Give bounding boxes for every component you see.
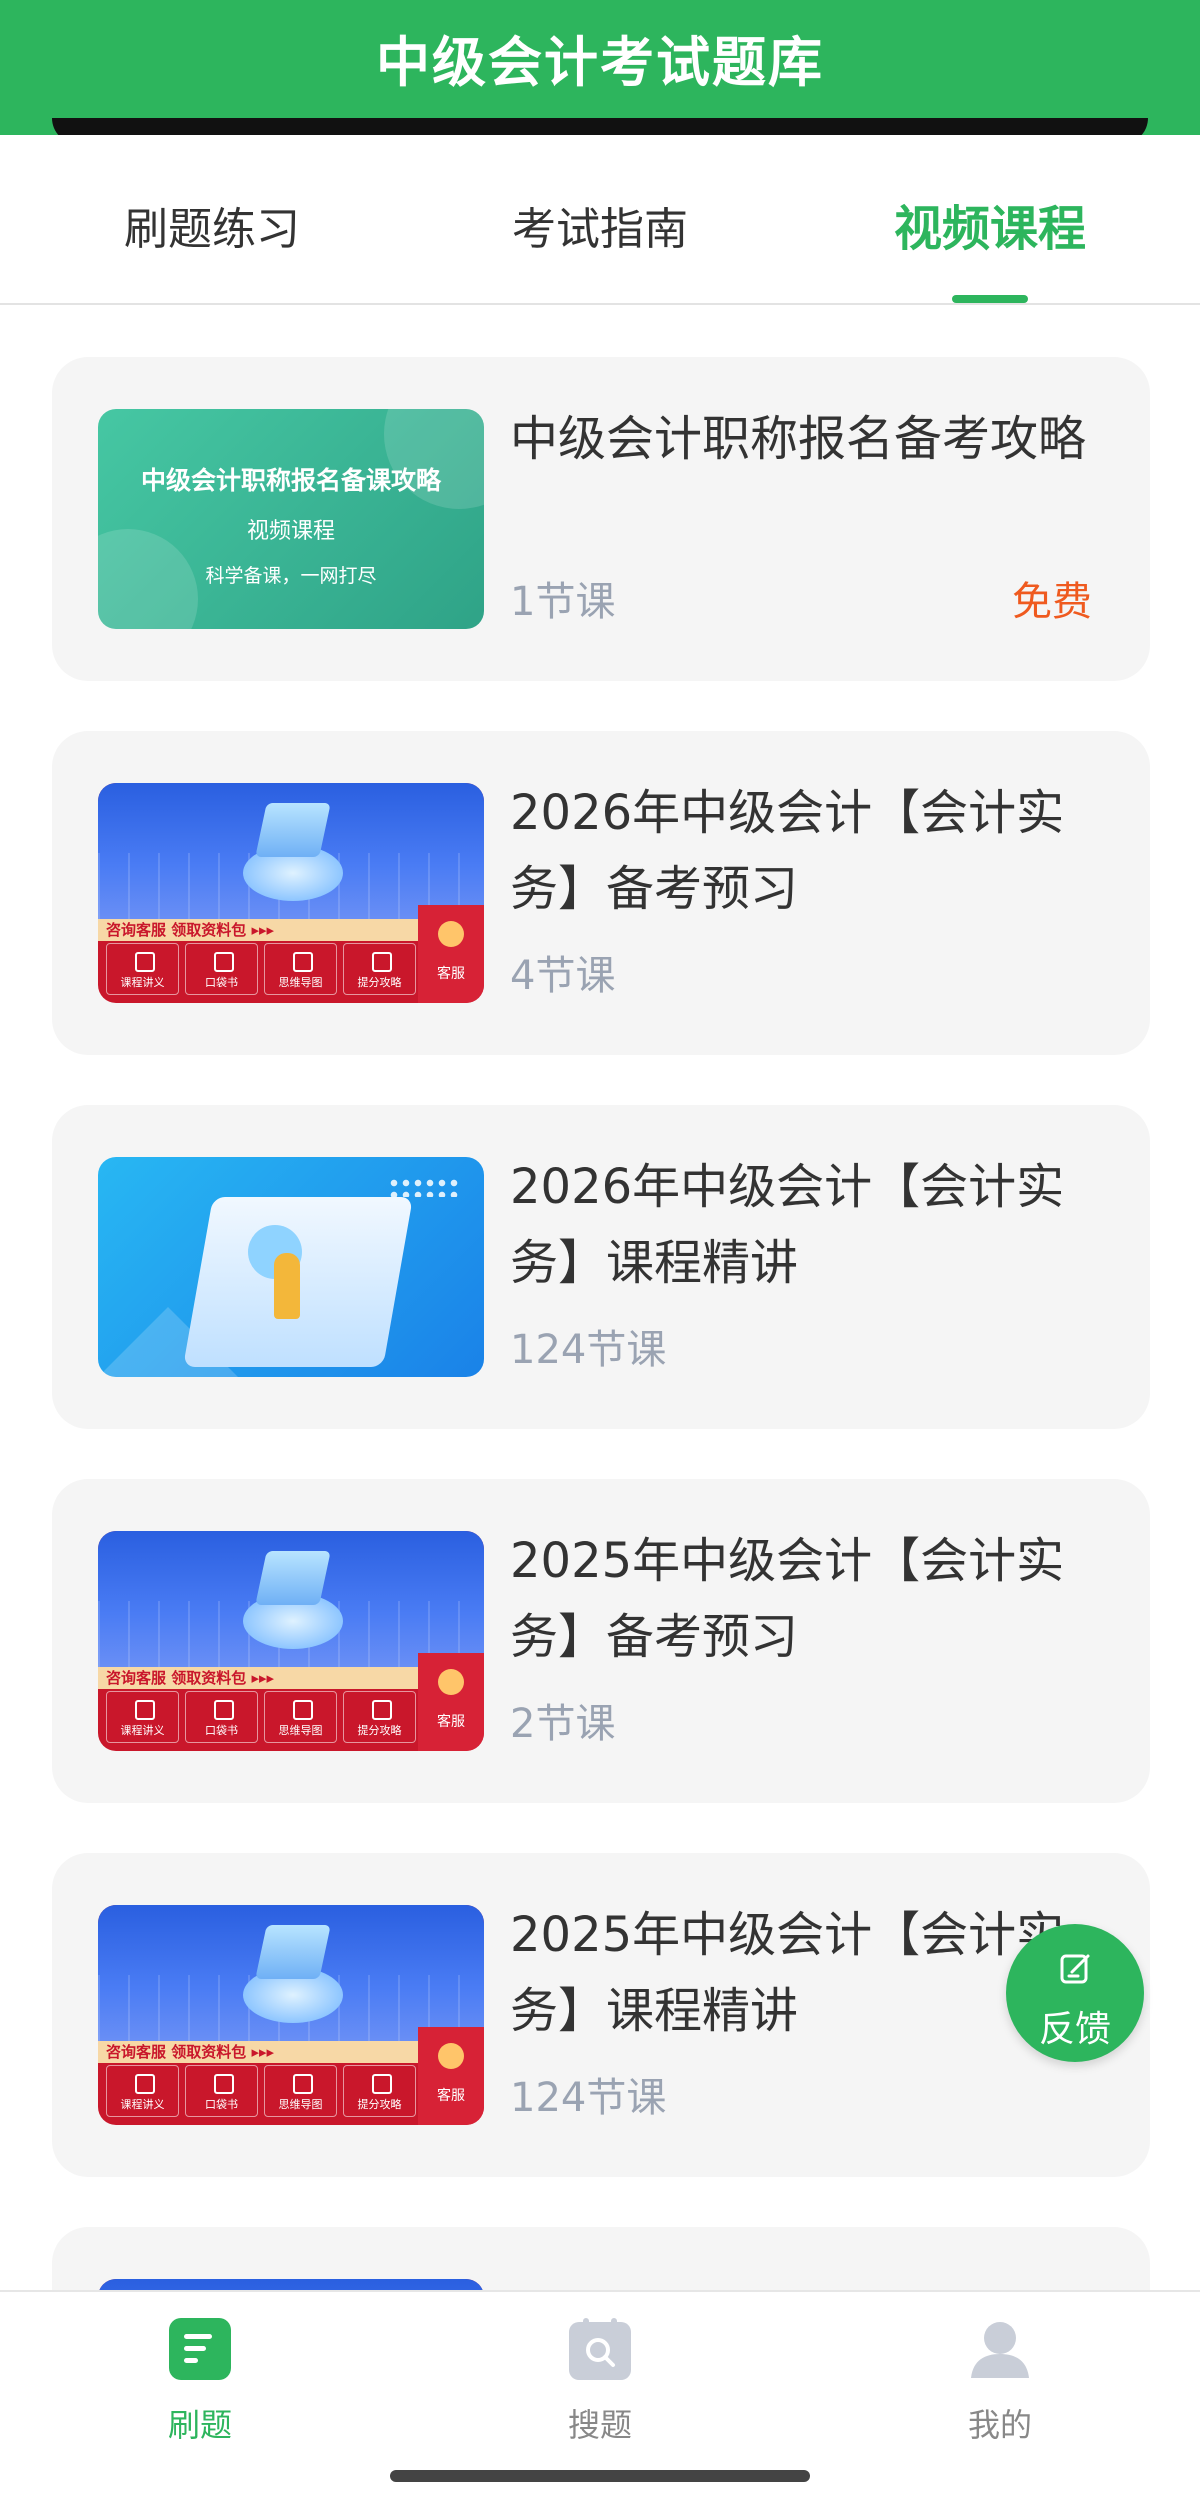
thumb-strip: 咨询客服 领取资料包 ▸▸▸	[98, 919, 418, 941]
feedback-button[interactable]: 反馈	[1006, 1924, 1144, 2062]
course-thumbnail: 咨询客服 领取资料包 ▸▸▸ 课程讲义 口袋书 思维导图 提分攻略 客服	[98, 1905, 484, 2125]
course-thumbnail: 咨询客服 领取资料包 ▸▸▸ 课程讲义 口袋书 思维导图 提分攻略 客服	[98, 1531, 484, 1751]
lesson-count: 124节课	[510, 2075, 667, 2121]
course-card[interactable]: 咨询客服 领取资料包 ▸▸▸ 课程讲义 口袋书 思维导图 提分攻略 客服 202…	[52, 1853, 1150, 2177]
nav-label: 我的	[967, 2406, 1032, 2444]
thumb-subtitle: 视频课程	[246, 519, 335, 544]
course-thumbnail: 咨询客服 领取资料包 ▸▸▸ 课程讲义 口袋书 思维导图 提分攻略 客服	[98, 783, 484, 1003]
thumb-button: 课程讲义	[106, 1691, 179, 1743]
course-card[interactable]	[52, 2227, 1150, 2290]
thumb-button: 课程讲义	[106, 943, 179, 995]
tab-exam-guide[interactable]: 考试指南	[450, 193, 750, 257]
lesson-count: 1节课	[510, 579, 616, 625]
thumb-strip: 咨询客服 领取资料包 ▸▸▸	[98, 1667, 418, 1689]
price-badge: 免费	[1012, 579, 1092, 625]
tab-video-courses[interactable]: 视频课程	[840, 189, 1140, 259]
course-title: 2026年中级会计【会计实务】备考预习	[510, 785, 1065, 917]
course-card[interactable]: 中级会计职称报名备课攻略 视频课程 科学备课，一网打尽 中级会计职称报名备考攻略…	[52, 357, 1150, 681]
edit-icon	[1060, 1954, 1090, 1984]
home-indicator	[390, 2470, 810, 2482]
lesson-count: 2节课	[510, 1701, 616, 1747]
thumb-button: 思维导图	[264, 1691, 337, 1743]
user-icon	[971, 2322, 1029, 2378]
nav-profile[interactable]: 我的	[900, 2316, 1100, 2446]
thumb-button: 课程讲义	[106, 2065, 179, 2117]
lesson-count: 124节课	[510, 1327, 667, 1373]
thumb-button: 提分攻略	[343, 2065, 416, 2117]
nav-practice[interactable]: 刷题	[100, 2316, 300, 2446]
active-tab-indicator	[952, 295, 1028, 303]
nav-label: 刷题	[167, 2406, 232, 2444]
service-icon: 客服	[418, 1653, 484, 1751]
course-title: 2025年中级会计【会计实务】备考预习	[510, 1533, 1065, 1665]
service-icon: 客服	[418, 905, 484, 1003]
nav-label: 搜题	[567, 2406, 632, 2444]
service-icon: 客服	[418, 2027, 484, 2125]
thumb-slogan: 科学备课，一网打尽	[205, 565, 377, 587]
thumb-button: 思维导图	[264, 943, 337, 995]
search-icon	[569, 2318, 631, 2380]
thumb-title: 中级会计职称报名备课攻略	[140, 466, 441, 495]
course-card[interactable]: 2026年中级会计【会计实务】课程精讲 124节课	[52, 1105, 1150, 1429]
thumb-button: 口袋书	[185, 943, 258, 995]
thumb-button: 提分攻略	[343, 1691, 416, 1743]
lesson-count: 4节课	[510, 953, 616, 999]
document-icon	[169, 2318, 231, 2380]
course-thumbnail	[98, 2279, 484, 2290]
course-card[interactable]: 咨询客服 领取资料包 ▸▸▸ 课程讲义 口袋书 思维导图 提分攻略 客服 202…	[52, 731, 1150, 1055]
nav-search[interactable]: 搜题	[500, 2316, 700, 2446]
course-title: 中级会计职称报名备考攻略	[510, 411, 1087, 467]
tab-practice[interactable]: 刷题练习	[62, 193, 362, 257]
thumb-button: 提分攻略	[343, 943, 416, 995]
page-title: 中级会计考试题库	[376, 31, 824, 94]
course-title: 2026年中级会计【会计实务】课程精讲	[510, 1159, 1065, 1291]
thumb-button: 口袋书	[185, 2065, 258, 2117]
tab-bar: 刷题练习 考试指南 视频课程	[0, 135, 1200, 305]
course-thumbnail: 中级会计职称报名备课攻略 视频课程 科学备课，一网打尽	[98, 409, 484, 629]
course-thumbnail	[98, 1157, 484, 1377]
thumb-strip: 咨询客服 领取资料包 ▸▸▸	[98, 2041, 418, 2063]
course-card[interactable]: 咨询客服 领取资料包 ▸▸▸ 课程讲义 口袋书 思维导图 提分攻略 客服 202…	[52, 1479, 1150, 1803]
thumb-button: 思维导图	[264, 2065, 337, 2117]
thumb-button: 口袋书	[185, 1691, 258, 1743]
top-bar: 中级会计考试题库	[0, 0, 1200, 135]
feedback-label: 反馈	[1038, 2009, 1111, 2050]
